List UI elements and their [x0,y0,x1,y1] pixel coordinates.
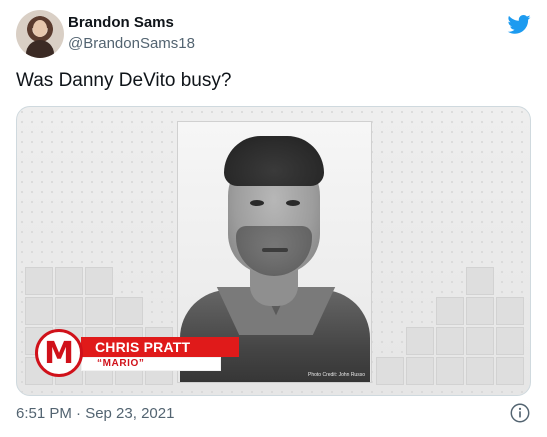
name-lower-third: CHRIS PRATT “MARIO” M [35,329,255,377]
cast-role-label: “MARIO” [81,357,221,371]
m-letter: M [44,336,74,371]
tweet-card: Brandon Sams @BrandonSams18 Was Danny De… [0,0,547,437]
cast-name-label: CHRIS PRATT [81,337,239,357]
author-avatar[interactable] [16,10,64,58]
twitter-bird-icon[interactable] [507,12,531,36]
author-handle[interactable]: @BrandonSams18 [68,35,195,52]
mario-m-logo-icon: M [35,329,83,377]
tweet-text: Was Danny DeVito busy? [16,70,232,91]
photo-credit: Photo Credit: John Russo [308,372,365,378]
tweet-timestamp[interactable]: 6:51 PM · Sep 23, 2021 [16,405,174,422]
decorative-blocks-right [374,267,524,395]
author-display-name[interactable]: Brandon Sams [68,14,174,31]
tweet-media-image[interactable]: Photo Credit: John Russo CHRIS PRATT “MA… [16,106,531,396]
tweet-header: Brandon Sams @BrandonSams18 [16,10,531,62]
tweet-footer: 6:51 PM · Sep 23, 2021 [16,402,531,426]
info-icon[interactable] [509,402,531,424]
